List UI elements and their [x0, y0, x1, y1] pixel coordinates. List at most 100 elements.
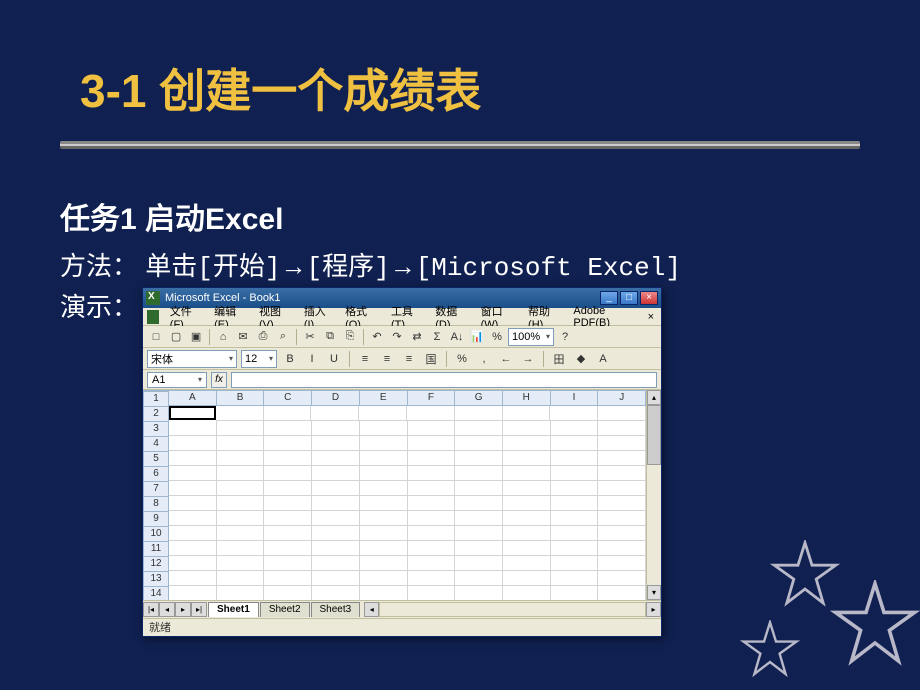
row-header[interactable]: 9	[143, 512, 169, 527]
cell[interactable]	[360, 421, 408, 436]
percent-icon[interactable]: %	[488, 328, 506, 346]
cell[interactable]	[455, 436, 503, 451]
cell[interactable]	[408, 481, 456, 496]
cell[interactable]	[598, 556, 646, 571]
italic-button[interactable]: I	[303, 350, 321, 368]
zoom-combo[interactable]: 100%▾	[508, 328, 554, 346]
scroll-left-icon[interactable]: ◂	[364, 602, 379, 617]
cell[interactable]	[169, 556, 217, 571]
scroll-track[interactable]	[647, 465, 661, 585]
column-header[interactable]: F	[408, 390, 456, 406]
scroll-up-icon[interactable]: ▴	[647, 390, 661, 405]
maximize-button[interactable]: □	[620, 291, 638, 305]
cell[interactable]	[312, 511, 360, 526]
cell[interactable]	[408, 526, 456, 541]
cell[interactable]	[311, 406, 359, 421]
cell[interactable]	[264, 406, 312, 421]
cell[interactable]	[216, 406, 264, 421]
cell[interactable]	[551, 451, 599, 466]
name-box[interactable]: A1▾	[147, 372, 207, 388]
cell[interactable]	[264, 436, 312, 451]
cell[interactable]	[455, 571, 503, 586]
cell[interactable]	[503, 406, 551, 421]
paste-icon[interactable]: ⎘	[341, 328, 359, 346]
cell[interactable]	[360, 466, 408, 481]
cell[interactable]	[503, 436, 551, 451]
cell[interactable]	[408, 511, 456, 526]
cell[interactable]	[503, 466, 551, 481]
cell[interactable]	[217, 556, 265, 571]
cell[interactable]	[408, 436, 456, 451]
cell[interactable]	[503, 571, 551, 586]
undo-icon[interactable]: ↶	[368, 328, 386, 346]
cell[interactable]	[360, 481, 408, 496]
cell[interactable]	[598, 466, 646, 481]
cell[interactable]	[455, 481, 503, 496]
scroll-thumb[interactable]	[647, 405, 661, 465]
cell[interactable]	[551, 496, 599, 511]
cell[interactable]	[264, 421, 312, 436]
cell[interactable]	[169, 541, 217, 556]
cell[interactable]	[169, 481, 217, 496]
row-header[interactable]: 11	[143, 542, 169, 557]
cell[interactable]	[408, 496, 456, 511]
cell[interactable]	[407, 406, 455, 421]
cell[interactable]	[169, 586, 217, 600]
row-header[interactable]: 3	[143, 422, 169, 437]
cell[interactable]	[359, 406, 407, 421]
new-icon[interactable]: □	[147, 328, 165, 346]
cell[interactable]	[264, 526, 312, 541]
row-header[interactable]: 8	[143, 497, 169, 512]
align-left-icon[interactable]: ≡	[356, 350, 374, 368]
cell[interactable]	[408, 541, 456, 556]
close-button[interactable]: ×	[640, 291, 658, 305]
cell[interactable]	[312, 421, 360, 436]
hscroll-track[interactable]	[379, 602, 646, 617]
fontcolor-icon[interactable]: A	[594, 350, 612, 368]
cell[interactable]	[598, 511, 646, 526]
sheet-tab[interactable]: Sheet1	[208, 602, 259, 617]
row-header[interactable]: 10	[143, 527, 169, 542]
tab-first-icon[interactable]: |◂	[143, 602, 159, 617]
cell[interactable]	[551, 466, 599, 481]
column-header[interactable]: G	[455, 390, 503, 406]
mail-icon[interactable]: ✉	[234, 328, 252, 346]
row-header[interactable]: 4	[143, 437, 169, 452]
cell[interactable]	[551, 586, 599, 600]
cell[interactable]	[598, 526, 646, 541]
home-icon[interactable]: ⌂	[214, 328, 232, 346]
cell[interactable]	[598, 406, 646, 421]
fill-icon[interactable]: ◆	[572, 350, 590, 368]
font-combo[interactable]: 宋体▾	[147, 350, 237, 368]
cell[interactable]	[264, 466, 312, 481]
formula-bar[interactable]	[231, 372, 657, 388]
cell[interactable]	[169, 421, 217, 436]
currency-icon[interactable]: %	[453, 350, 471, 368]
cell[interactable]	[408, 586, 456, 600]
cell[interactable]	[408, 556, 456, 571]
row-header[interactable]: 14	[143, 587, 169, 600]
row-header[interactable]: 1	[143, 392, 169, 407]
comma-icon[interactable]: ,	[475, 350, 493, 368]
cell[interactable]	[551, 526, 599, 541]
cell[interactable]	[598, 496, 646, 511]
cell[interactable]	[551, 421, 599, 436]
cell[interactable]	[169, 511, 217, 526]
cell[interactable]	[503, 526, 551, 541]
sheet-tab[interactable]: Sheet3	[311, 602, 361, 617]
copy-icon[interactable]: ⧉	[321, 328, 339, 346]
tab-prev-icon[interactable]: ◂	[159, 602, 175, 617]
cell[interactable]	[503, 586, 551, 600]
redo-icon[interactable]: ↷	[388, 328, 406, 346]
cell[interactable]	[169, 526, 217, 541]
cell[interactable]	[217, 421, 265, 436]
cell[interactable]	[455, 451, 503, 466]
column-header[interactable]: B	[217, 390, 265, 406]
sheet-tab[interactable]: Sheet2	[260, 602, 310, 617]
cell[interactable]	[551, 556, 599, 571]
fx-button[interactable]: fx	[211, 372, 227, 388]
dec-increase-icon[interactable]: →	[519, 350, 537, 368]
align-center-icon[interactable]: ≡	[378, 350, 396, 368]
cell[interactable]	[264, 571, 312, 586]
cell[interactable]	[312, 466, 360, 481]
